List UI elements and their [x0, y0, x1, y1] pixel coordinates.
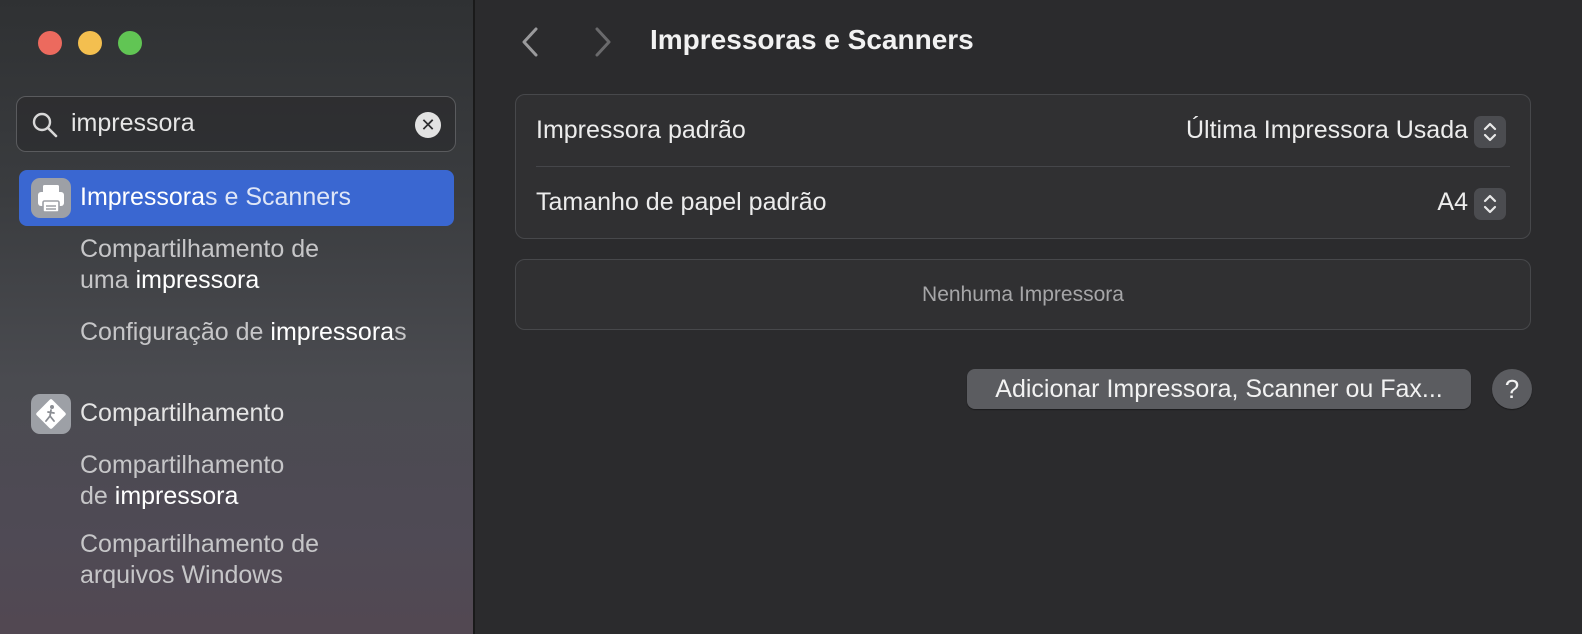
sidebar-subitem-windows-file-sharing[interactable]: Compartilhamento de arquivos Windows	[80, 529, 460, 591]
sidebar-item-label: Compartilhamento	[80, 399, 285, 427]
default-paper-size-value[interactable]: A4	[1437, 188, 1468, 217]
search-field[interactable]: impressora ✕	[16, 96, 456, 152]
default-printer-label: Impressora padrão	[536, 116, 746, 144]
printer-icon	[31, 178, 71, 218]
add-printer-button[interactable]: Adicionar Impressora, Scanner ou Fax...	[967, 369, 1471, 409]
clear-x-icon[interactable]: ✕	[415, 112, 441, 138]
sidebar-subitem-printer-sharing[interactable]: Compartilhamento de uma impressora	[80, 234, 460, 296]
updown-chevron-icon[interactable]	[1474, 116, 1506, 148]
sidebar-item-sharing[interactable]: Compartilhamento	[19, 386, 454, 442]
sidebar-subitem-printer-config[interactable]: Configuração de impressoras	[80, 317, 460, 348]
sidebar-subitem-printer-sharing-2[interactable]: Compartilhamento de impressora	[80, 450, 460, 512]
printer-list: Nenhuma Impressora	[515, 259, 1531, 330]
back-chevron-icon[interactable]	[516, 24, 546, 65]
close-window-button[interactable]	[38, 31, 62, 55]
sharing-icon	[31, 394, 71, 434]
sidebar-item-printers-scanners[interactable]: Impressoras e Scanners	[19, 170, 454, 226]
sidebar: impressora ✕ Impressoras e Scanners Comp…	[0, 0, 475, 634]
settings-panel: Impressora padrão Última Impressora Usad…	[515, 94, 1531, 239]
default-paper-size-row: Tamanho de papel padrão A4	[536, 167, 1510, 239]
empty-printer-list-message: Nenhuma Impressora	[922, 283, 1124, 306]
page-title: Impressoras e Scanners	[650, 24, 974, 55]
help-button[interactable]: ?	[1492, 369, 1532, 409]
minimize-window-button[interactable]	[78, 31, 102, 55]
default-paper-size-label: Tamanho de papel padrão	[536, 188, 827, 216]
search-input[interactable]: impressora	[71, 109, 195, 138]
default-printer-row: Impressora padrão Última Impressora Usad…	[536, 95, 1510, 167]
default-printer-value[interactable]: Última Impressora Usada	[1186, 116, 1468, 145]
magnifying-glass-icon	[31, 111, 59, 144]
forward-chevron-icon[interactable]	[588, 24, 618, 65]
sidebar-item-label: Impressoras e Scanners	[80, 183, 351, 211]
updown-chevron-icon[interactable]	[1474, 188, 1506, 220]
zoom-window-button[interactable]	[118, 31, 142, 55]
